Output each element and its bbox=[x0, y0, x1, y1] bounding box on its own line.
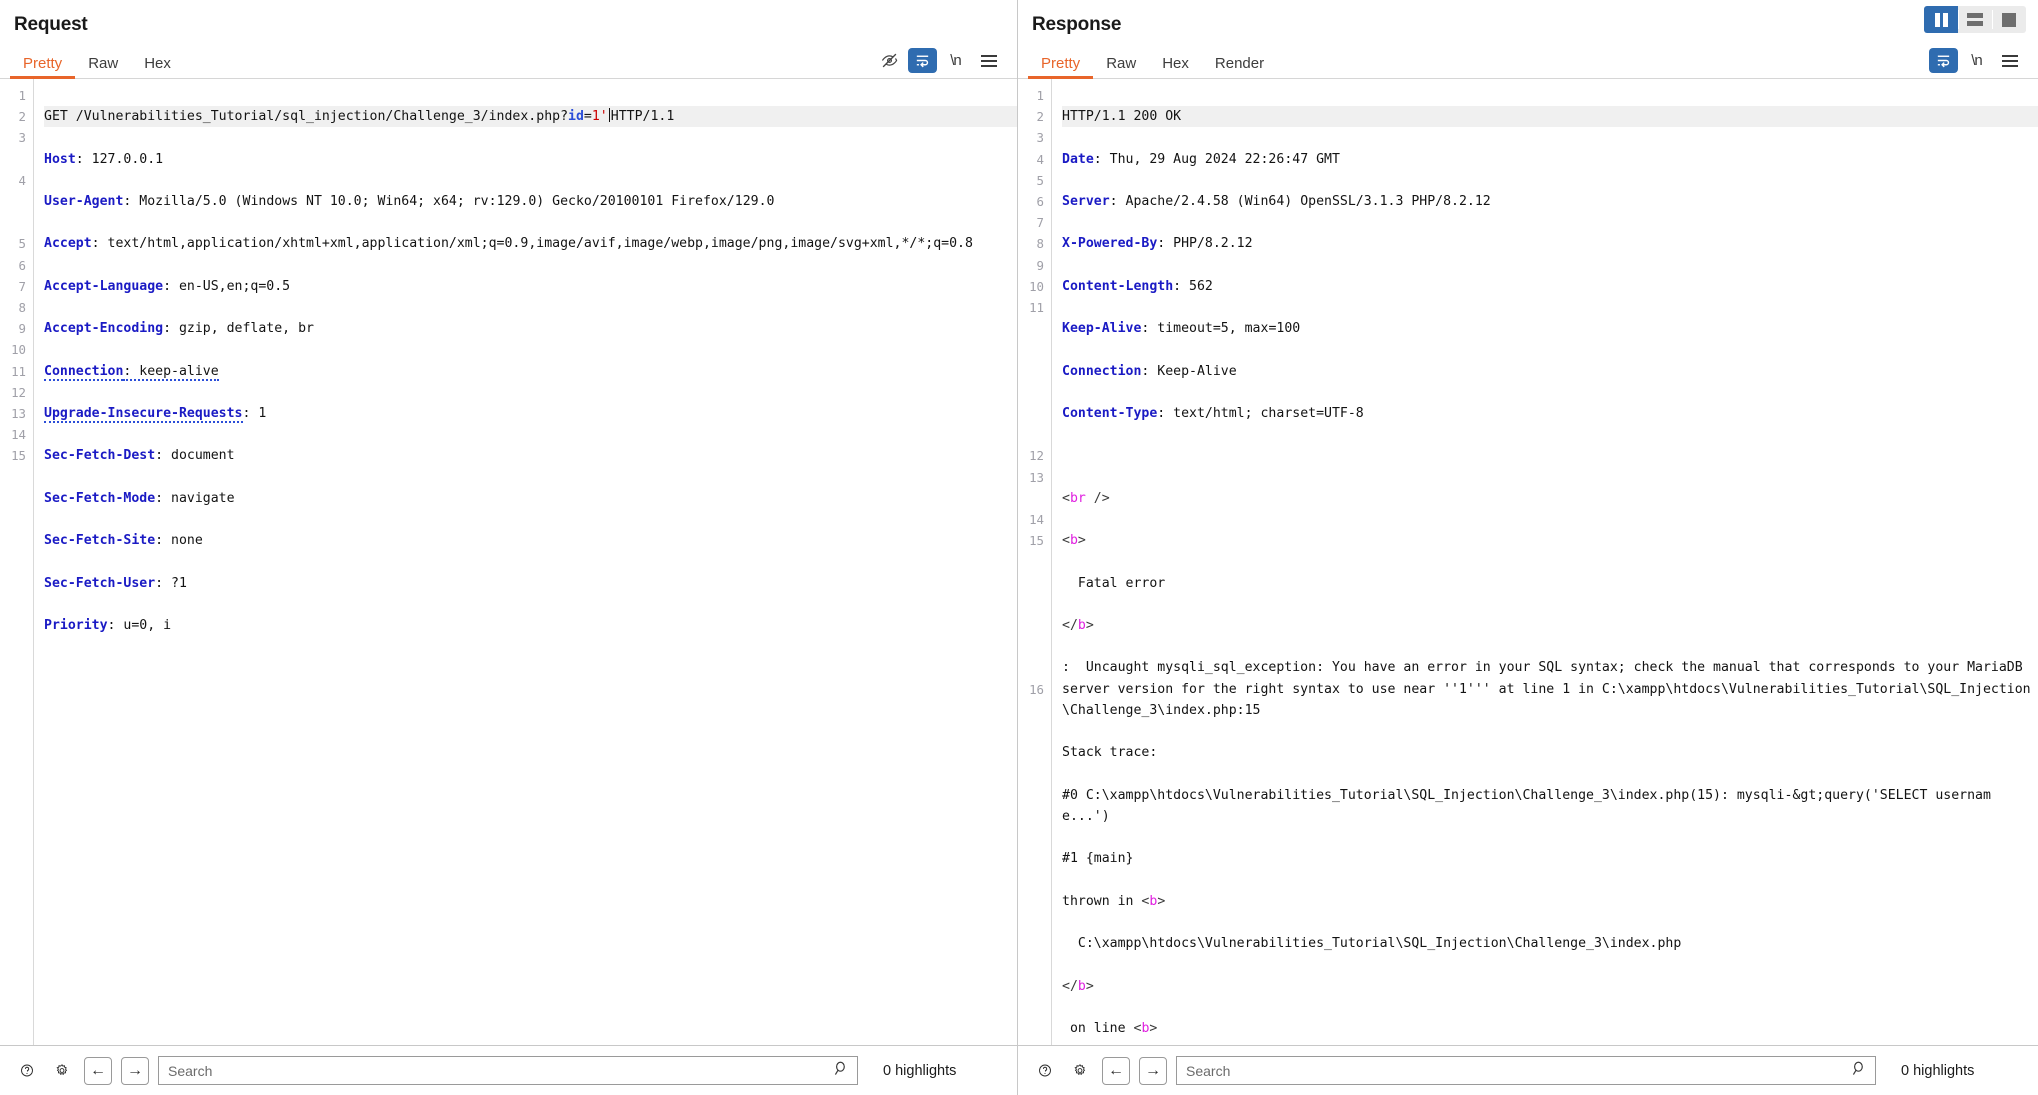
request-line-3: User-Agent: Mozilla/5.0 (Windows NT 10.0… bbox=[44, 194, 775, 210]
response-line-6: Keep-Alive: timeout=5, max=100 bbox=[1062, 321, 1301, 337]
menu-icon[interactable] bbox=[1995, 48, 2024, 73]
response-tool-group: \n bbox=[1929, 48, 2038, 78]
horizontal-split-icon bbox=[1967, 13, 1983, 26]
response-line-12: Stack trace: bbox=[1062, 745, 1158, 761]
response-highlight-count: 0 highlights bbox=[1901, 1062, 1975, 1079]
response-line-5: Content-Length: 562 bbox=[1062, 278, 1213, 294]
request-line-11: Sec-Fetch-Site: none bbox=[44, 533, 203, 549]
request-line-7: Connection: keep-alive bbox=[44, 363, 219, 381]
vertical-split-icon bbox=[1934, 12, 1948, 27]
response-line-3: Server: Apache/2.4.58 (Win64) OpenSSL/3.… bbox=[1062, 194, 1491, 210]
response-line-11: <b> bbox=[1062, 533, 1086, 549]
layout-horizontal-split-button[interactable] bbox=[1958, 6, 1992, 33]
search-back-button[interactable]: ← bbox=[84, 1056, 112, 1085]
response-line-15b: C:\xampp\htdocs\Vulnerabilities_Tutorial… bbox=[1062, 936, 1682, 952]
search-forward-button[interactable]: → bbox=[121, 1056, 149, 1085]
search-back-button[interactable]: ← bbox=[1102, 1056, 1130, 1085]
search-input[interactable] bbox=[158, 1056, 858, 1085]
response-line-13: #0 C:\xampp\htdocs\Vulnerabilities_Tutor… bbox=[1062, 787, 1991, 824]
response-line-11d: : Uncaught mysqli_sql_exception: You hav… bbox=[1062, 660, 2031, 718]
newline-icon[interactable]: \n bbox=[941, 48, 970, 73]
tab-request-hex[interactable]: Hex bbox=[131, 56, 184, 78]
tab-request-pretty[interactable]: Pretty bbox=[10, 56, 76, 79]
response-searchbar: ← → 0 highlights bbox=[1018, 1045, 2038, 1095]
request-search-wrap bbox=[158, 1056, 858, 1085]
request-tool-group: \n bbox=[875, 48, 1017, 78]
request-line-15 bbox=[44, 700, 1017, 721]
request-line-8: Upgrade-Insecure-Requests: 1 bbox=[44, 406, 267, 424]
request-pane-title: Request bbox=[14, 14, 88, 35]
response-line-9 bbox=[1062, 445, 2038, 466]
request-highlight-count: 0 highlights bbox=[883, 1062, 957, 1079]
layout-vertical-split-button[interactable] bbox=[1924, 6, 1958, 33]
menu-icon[interactable] bbox=[974, 48, 1003, 73]
response-search-wrap bbox=[1176, 1056, 1876, 1085]
gear-icon[interactable] bbox=[1067, 1058, 1093, 1084]
request-editor[interactable]: 123 4 56789 10 11 12 13 14 15 GET /Vulnerabi… bbox=[0, 79, 1017, 1045]
response-code[interactable]: HTTP/1.1 200 OK Date: Thu, 29 Aug 2024 2… bbox=[1052, 79, 2038, 1045]
word-wrap-icon[interactable] bbox=[908, 48, 937, 73]
search-forward-button[interactable]: → bbox=[1139, 1056, 1167, 1085]
response-line-15d: on line <b> bbox=[1062, 1020, 1158, 1036]
response-gutter: 12345 6 7 8 9 10 11 12 13 14 15 16 bbox=[1018, 79, 1052, 1045]
response-pane: Response Pretty Raw Hex Render \n 1 2 3 … bbox=[1017, 0, 2038, 1095]
tab-response-pretty[interactable]: Pretty bbox=[1028, 56, 1094, 79]
request-line-14 bbox=[44, 657, 1017, 678]
request-line-4: Accept: text/html,application/xhtml+xml,… bbox=[44, 236, 973, 252]
eye-off-icon[interactable] bbox=[875, 48, 904, 73]
tab-request-raw[interactable]: Raw bbox=[75, 56, 131, 78]
response-pane-title: Response bbox=[1032, 14, 1122, 35]
hamburger-glyph bbox=[980, 54, 997, 67]
request-line-10: Sec-Fetch-Mode: navigate bbox=[44, 490, 235, 506]
response-line-2: Date: Thu, 29 Aug 2024 22:26:47 GMT bbox=[1062, 151, 1340, 167]
newline-icon[interactable]: \n bbox=[1962, 48, 1991, 73]
request-pane: Request Pretty Raw Hex \n 1 2 3 4 5 6 7 … bbox=[0, 0, 1017, 1095]
help-icon[interactable] bbox=[14, 1058, 40, 1084]
request-line-9: Sec-Fetch-Dest: document bbox=[44, 448, 235, 464]
request-line-5: Accept-Language: en-US,en;q=0.5 bbox=[44, 278, 291, 294]
response-editor[interactable]: 12345 6 7 8 9 10 11 12 13 14 15 16 HTTP/1.1 20… bbox=[1018, 79, 2038, 1045]
layout-single-pane-button[interactable] bbox=[1992, 6, 2026, 33]
response-line-11c: </b> bbox=[1062, 618, 1094, 634]
layout-toggle-group bbox=[1924, 6, 2026, 33]
request-line-12: Sec-Fetch-User: ?1 bbox=[44, 575, 187, 591]
response-line-11b: Fatal error bbox=[1062, 575, 1166, 591]
request-gutter: 123 4 56789 10 11 12 13 14 15 bbox=[0, 79, 34, 1045]
response-line-10: <br /> bbox=[1062, 490, 1110, 506]
request-line-2: Host: 127.0.0.1 bbox=[44, 151, 164, 167]
response-line-1: HTTP/1.1 200 OK bbox=[1062, 106, 2038, 128]
single-pane-icon bbox=[2002, 12, 2016, 27]
search-input[interactable] bbox=[1176, 1056, 1876, 1085]
request-line-6: Accept-Encoding: gzip, deflate, br bbox=[44, 321, 314, 337]
request-searchbar: ← → 0 highlights bbox=[0, 1045, 1017, 1095]
response-line-14: #1 {main} bbox=[1062, 851, 1134, 867]
response-tabstrip: Pretty Raw Hex Render \n bbox=[1018, 46, 2038, 79]
hamburger-glyph bbox=[2001, 54, 2018, 67]
request-tabstrip: Pretty Raw Hex \n bbox=[0, 46, 1017, 79]
request-line-1: GET /Vulnerabilities_Tutorial/sql_inject… bbox=[44, 106, 1017, 128]
tab-response-raw[interactable]: Raw bbox=[1093, 56, 1149, 78]
request-line-13: Priority: u=0, i bbox=[44, 618, 172, 634]
text-caret bbox=[608, 108, 610, 123]
request-code[interactable]: GET /Vulnerabilities_Tutorial/sql_inject… bbox=[34, 79, 1017, 1045]
response-line-8: Content-Type: text/html; charset=UTF-8 bbox=[1062, 406, 1364, 422]
help-icon[interactable] bbox=[1032, 1058, 1058, 1084]
burp-message-editor: Request Pretty Raw Hex \n 1 2 3 4 5 6 7 … bbox=[0, 0, 2038, 1095]
response-line-4: X-Powered-By: PHP/8.2.12 bbox=[1062, 236, 1253, 252]
response-line-7: Connection: Keep-Alive bbox=[1062, 363, 1237, 379]
response-line-15c: </b> bbox=[1062, 978, 1094, 994]
gear-icon[interactable] bbox=[49, 1058, 75, 1084]
tab-response-render[interactable]: Render bbox=[1202, 56, 1277, 78]
word-wrap-icon[interactable] bbox=[1929, 48, 1958, 73]
response-line-15: thrown in <b> bbox=[1062, 893, 1166, 909]
tab-response-hex[interactable]: Hex bbox=[1149, 56, 1202, 78]
